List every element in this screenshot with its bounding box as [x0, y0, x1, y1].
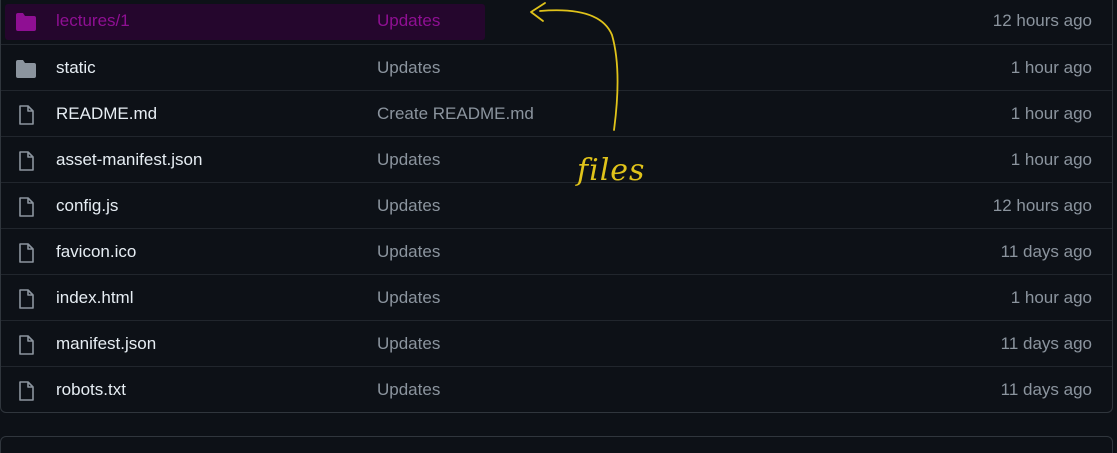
file-row-index[interactable]: index.html Updates 1 hour ago [1, 274, 1112, 320]
file-name[interactable]: index.html [56, 288, 133, 308]
file-row-config[interactable]: config.js Updates 12 hours ago [1, 182, 1112, 228]
file-browser: lectures/1 Updates 12 hours ago static U… [0, 0, 1117, 453]
commit-message[interactable]: Updates [377, 288, 440, 308]
folder-icon [15, 12, 37, 32]
file-name[interactable]: config.js [56, 196, 118, 216]
commit-message[interactable]: Updates [377, 11, 440, 31]
commit-age: 1 hour ago [1010, 57, 1092, 77]
commit-message[interactable]: Updates [377, 150, 440, 170]
file-name[interactable]: asset-manifest.json [56, 150, 202, 170]
file-row-robots[interactable]: robots.txt Updates 11 days ago [1, 366, 1112, 412]
commit-age: 11 days ago [1000, 379, 1092, 399]
file-name[interactable]: robots.txt [56, 380, 126, 400]
file-icon [15, 335, 37, 355]
file-icon [15, 289, 37, 309]
commit-age: 1 hour ago [1010, 149, 1092, 169]
file-name[interactable]: README.md [56, 104, 157, 124]
commit-age: 11 days ago [1000, 241, 1092, 261]
commit-message[interactable]: Updates [377, 380, 440, 400]
commit-age: 11 days ago [1000, 333, 1092, 353]
file-row-static[interactable]: static Updates 1 hour ago [1, 44, 1112, 90]
file-row-favicon[interactable]: favicon.ico Updates 11 days ago [1, 228, 1112, 274]
file-name[interactable]: lectures/1 [56, 11, 130, 31]
file-icon [15, 197, 37, 217]
file-row-asset-manifest[interactable]: asset-manifest.json Updates 1 hour ago [1, 136, 1112, 182]
file-row-manifest[interactable]: manifest.json Updates 11 days ago [1, 320, 1112, 366]
commit-message[interactable]: Create README.md [377, 104, 534, 124]
commit-message[interactable]: Updates [377, 242, 440, 262]
file-icon [15, 105, 37, 125]
file-name[interactable]: manifest.json [56, 334, 156, 354]
commit-age: 1 hour ago [1010, 287, 1092, 307]
commit-age: 12 hours ago [992, 11, 1092, 30]
file-name[interactable]: favicon.ico [56, 242, 136, 262]
file-icon [15, 381, 37, 401]
file-row-readme[interactable]: README.md Create README.md 1 hour ago [1, 90, 1112, 136]
commit-age: 1 hour ago [1010, 103, 1092, 123]
commit-age: 12 hours ago [992, 195, 1092, 215]
readme-panel [0, 436, 1113, 453]
file-row-lectures[interactable]: lectures/1 Updates 12 hours ago [1, 0, 1112, 44]
file-icon [15, 243, 37, 263]
file-icon [15, 151, 37, 171]
commit-message[interactable]: Updates [377, 196, 440, 216]
folder-icon [15, 59, 37, 79]
commit-message[interactable]: Updates [377, 58, 440, 78]
file-name[interactable]: static [56, 58, 96, 78]
commit-message[interactable]: Updates [377, 334, 440, 354]
file-list: lectures/1 Updates 12 hours ago static U… [0, 0, 1113, 413]
